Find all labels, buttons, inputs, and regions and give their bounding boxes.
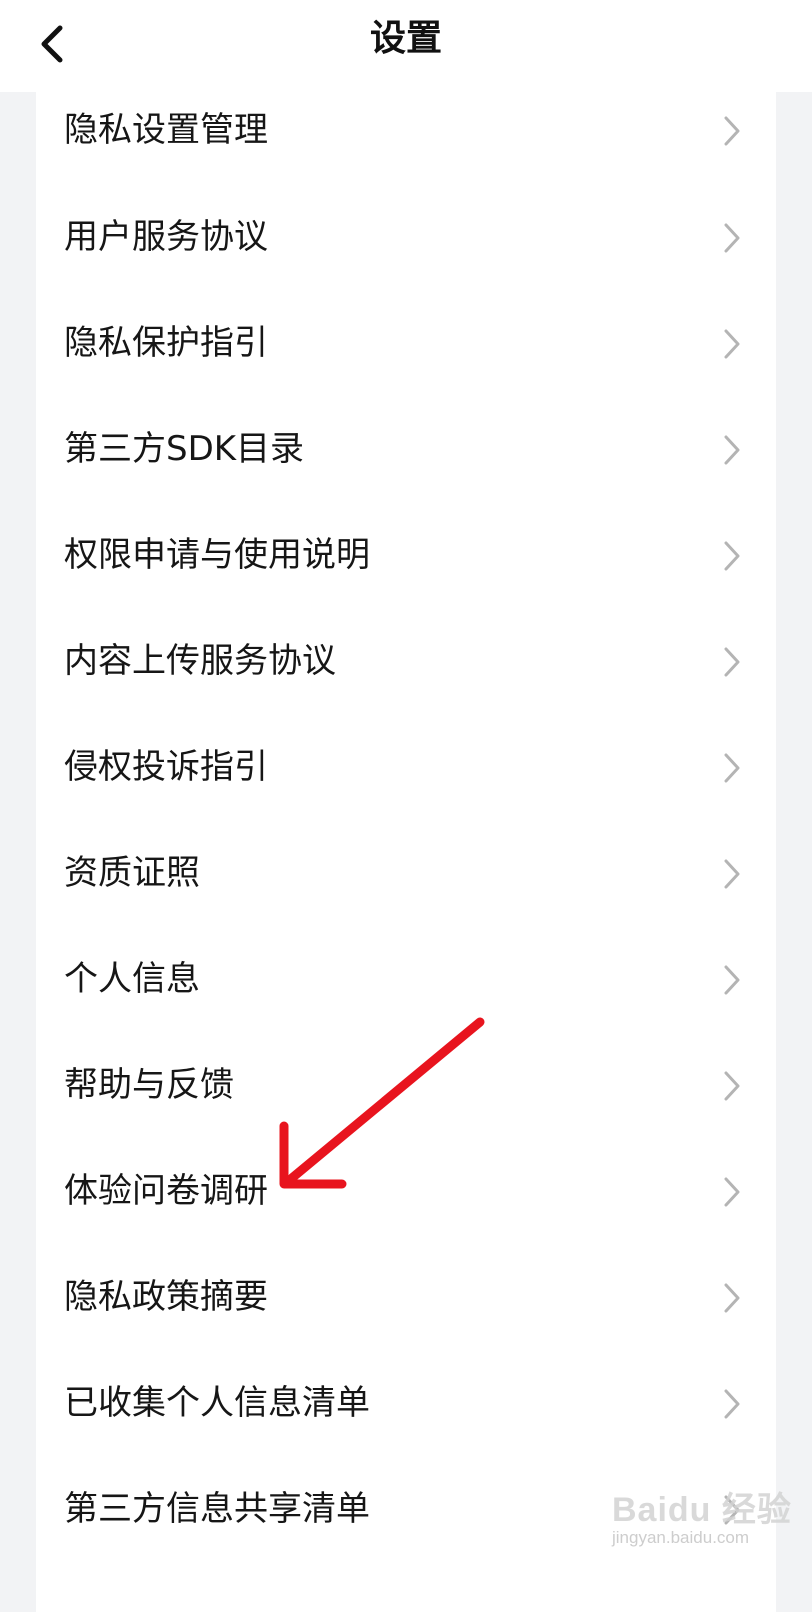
chevron-right-icon bbox=[724, 1495, 740, 1525]
chevron-right-icon bbox=[724, 965, 740, 995]
settings-row-label: 隐私设置管理 bbox=[64, 110, 268, 150]
settings-row-privacy-management[interactable]: 隐私设置管理 bbox=[36, 77, 776, 184]
settings-row-label: 用户服务协议 bbox=[64, 217, 268, 257]
settings-row-label: 内容上传服务协议 bbox=[64, 641, 336, 681]
chevron-right-icon bbox=[724, 116, 740, 146]
settings-row-label: 已收集个人信息清单 bbox=[64, 1383, 370, 1423]
settings-row-collected-info-list[interactable]: 已收集个人信息清单 bbox=[36, 1350, 776, 1457]
chevron-right-icon bbox=[724, 329, 740, 359]
settings-row-user-agreement[interactable]: 用户服务协议 bbox=[36, 184, 776, 291]
settings-row-label: 个人信息 bbox=[64, 959, 200, 999]
settings-row-label: 体验问卷调研 bbox=[64, 1171, 268, 1211]
chevron-right-icon bbox=[724, 859, 740, 889]
chevron-right-icon bbox=[724, 1389, 740, 1419]
chevron-right-icon bbox=[724, 435, 740, 465]
chevron-right-icon bbox=[724, 541, 740, 571]
settings-row-label: 第三方SDK目录 bbox=[64, 429, 305, 469]
settings-row-upload-agreement[interactable]: 内容上传服务协议 bbox=[36, 608, 776, 715]
chevron-right-icon bbox=[724, 1071, 740, 1101]
settings-row-survey[interactable]: 体验问卷调研 bbox=[36, 1138, 776, 1245]
settings-row-third-party-sharing[interactable]: 第三方信息共享清单 bbox=[36, 1456, 776, 1563]
settings-row-qualifications[interactable]: 资质证照 bbox=[36, 820, 776, 927]
settings-row-label: 隐私政策摘要 bbox=[64, 1277, 268, 1317]
settings-row-help-feedback[interactable]: 帮助与反馈 bbox=[36, 1032, 776, 1139]
chevron-right-icon bbox=[724, 753, 740, 783]
chevron-right-icon bbox=[724, 647, 740, 677]
settings-row-personal-info[interactable]: 个人信息 bbox=[36, 926, 776, 1033]
settings-row-label: 隐私保护指引 bbox=[64, 323, 268, 363]
settings-row-permissions[interactable]: 权限申请与使用说明 bbox=[36, 502, 776, 609]
chevron-right-icon bbox=[724, 1177, 740, 1207]
settings-row-label: 第三方信息共享清单 bbox=[64, 1489, 370, 1529]
settings-row-label: 权限申请与使用说明 bbox=[64, 535, 370, 575]
settings-row-privacy-guide[interactable]: 隐私保护指引 bbox=[36, 290, 776, 397]
settings-row-infringement[interactable]: 侵权投诉指引 bbox=[36, 714, 776, 821]
settings-list: 隐私设置管理 用户服务协议 隐私保护指引 第三方SDK目录 权限申请与使用说明 … bbox=[36, 92, 776, 1612]
settings-row-label: 侵权投诉指引 bbox=[64, 747, 268, 787]
settings-row-label: 资质证照 bbox=[64, 853, 200, 893]
chevron-right-icon bbox=[724, 223, 740, 253]
page-title: 设置 bbox=[369, 18, 442, 59]
chevron-right-icon bbox=[724, 1283, 740, 1313]
settings-row-third-party-sdk[interactable]: 第三方SDK目录 bbox=[36, 396, 776, 503]
settings-row-label: 帮助与反馈 bbox=[64, 1065, 234, 1105]
settings-row-privacy-summary[interactable]: 隐私政策摘要 bbox=[36, 1244, 776, 1351]
